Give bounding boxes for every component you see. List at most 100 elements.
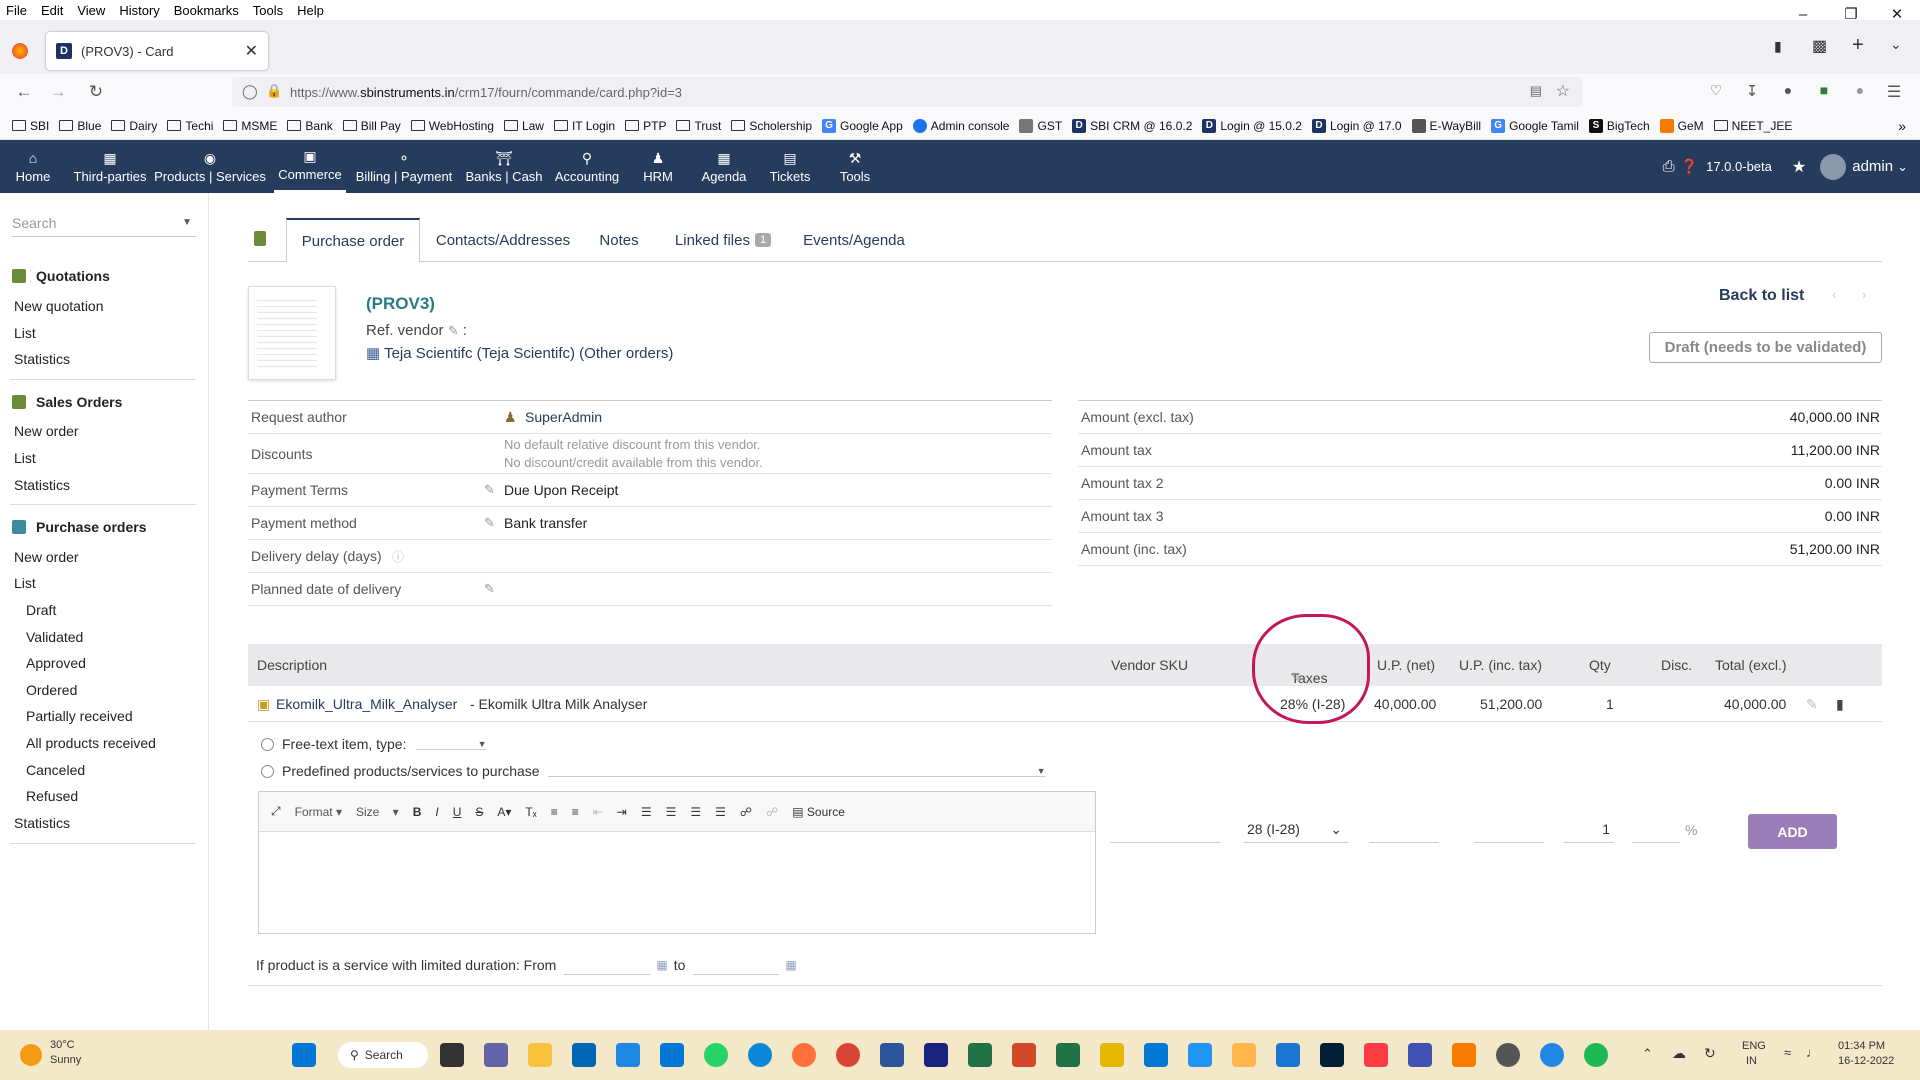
bookmark-scholership[interactable]: Scholership xyxy=(731,119,812,133)
bookmark-msme[interactable]: MSME xyxy=(223,119,277,133)
bookmark-sbi[interactable]: SBI xyxy=(12,119,49,133)
windows-start-icon[interactable] xyxy=(292,1043,316,1067)
app-icon[interactable] xyxy=(1100,1043,1124,1067)
tab-purchase-order[interactable]: Purchase order xyxy=(286,218,420,263)
reload-icon[interactable]: ↻ xyxy=(82,82,110,102)
chevron-down-icon[interactable]: ⌄ xyxy=(1897,159,1908,175)
bookmark-dairy[interactable]: Dairy xyxy=(111,119,157,133)
chrome-icon[interactable] xyxy=(836,1043,860,1067)
user-name[interactable]: admin xyxy=(1852,158,1893,175)
sidebar-item-validated[interactable]: Validated xyxy=(26,629,83,645)
hamburger-menu-icon[interactable]: ☰ xyxy=(1880,82,1908,102)
price-net-input[interactable] xyxy=(1369,815,1439,843)
mail-icon[interactable] xyxy=(660,1043,684,1067)
date-to-input[interactable] xyxy=(693,955,780,975)
bookmark-login-15[interactable]: D Login @ 15.0.2 xyxy=(1202,118,1302,133)
menu-tools[interactable]: ⚒ Tools xyxy=(830,140,880,193)
align-center-icon[interactable]: ☰ xyxy=(666,805,677,819)
powerpoint-icon[interactable] xyxy=(1012,1043,1036,1067)
new-tab-icon[interactable]: + xyxy=(1852,34,1864,57)
product-select[interactable]: ▼ xyxy=(547,766,1046,777)
bookmark-bigtech[interactable]: S BigTech xyxy=(1588,118,1650,133)
edit-pencil-icon[interactable]: ✎ xyxy=(1806,696,1818,713)
close-tab-icon[interactable]: ✕ xyxy=(245,41,258,61)
menu-agenda[interactable]: ▦ Agenda xyxy=(694,140,754,193)
puzzle-icon[interactable]: ▩ xyxy=(1812,36,1827,56)
edit-pencil-icon[interactable]: ✎ xyxy=(448,323,459,338)
product-link[interactable]: Ekomilk_Ultra_Milk_Analyser xyxy=(276,696,457,712)
indent-icon[interactable]: ⇥ xyxy=(617,805,627,819)
request-author-link[interactable]: SuperAdmin xyxy=(525,409,602,425)
source-button[interactable]: ▤ Source xyxy=(792,805,845,819)
sync-icon[interactable]: ↻ xyxy=(1704,1045,1716,1062)
tab-notes[interactable]: Notes xyxy=(594,218,644,262)
bullet-list-icon[interactable]: ≡ xyxy=(572,805,579,819)
list-tabs-icon[interactable]: ⌄ xyxy=(1890,36,1902,53)
taskbar-search[interactable]: ⚲ Search xyxy=(338,1042,428,1068)
reader-icon[interactable]: ▤ xyxy=(1530,83,1542,99)
tab-linked-files[interactable]: Linked files 1 xyxy=(668,218,778,262)
sidebar-item-quotation-statistics[interactable]: Statistics xyxy=(14,351,70,367)
remove-format-icon[interactable]: Tₓ xyxy=(525,805,536,819)
menu-history[interactable]: History xyxy=(112,3,166,18)
account-icon[interactable]: ● xyxy=(1774,82,1802,98)
size-dropdown[interactable]: Size ▾ xyxy=(356,805,399,819)
url-bar[interactable]: ◯ 🔒 https://www. sbinstruments.in/crm17/f… xyxy=(232,77,1582,107)
clock-date[interactable]: 16-12-2022 xyxy=(1838,1055,1894,1067)
sidebar-item-sales-list[interactable]: List xyxy=(14,450,36,466)
help-icon[interactable]: ❓ xyxy=(1681,158,1698,175)
align-left-icon[interactable]: ☰ xyxy=(641,805,652,819)
unlink-icon[interactable]: ☍ xyxy=(766,805,778,819)
vendor-sku-input[interactable] xyxy=(1110,815,1220,843)
bookmark-blue[interactable]: Blue xyxy=(59,119,101,133)
browser-tab[interactable]: D (PROV3) - Card ✕ xyxy=(46,32,268,70)
tab-contacts[interactable]: Contacts/Addresses xyxy=(432,218,574,262)
store-icon[interactable] xyxy=(572,1043,596,1067)
edit-pencil-icon[interactable]: ✎ xyxy=(484,515,495,531)
bold-icon[interactable]: B xyxy=(413,805,422,819)
other-orders-link[interactable]: (Other orders) xyxy=(579,345,673,362)
description-editor[interactable]: ⤢ Format ▾ Size ▾ B I U S A▾ Tₓ ≡ ≡ ⇤ ⇥ … xyxy=(258,791,1096,934)
extension-green-icon[interactable]: ■ xyxy=(1810,82,1838,98)
predefined-option[interactable]: Predefined products/services to purchase… xyxy=(261,763,1046,779)
trash-icon[interactable]: ▮ xyxy=(1836,696,1844,713)
sidebar-item-new-purchase-order[interactable]: New order xyxy=(14,549,79,565)
chevron-down-icon[interactable]: ▼ xyxy=(182,217,192,228)
sidebar-item-ordered[interactable]: Ordered xyxy=(26,682,77,698)
text-color-icon[interactable]: A▾ xyxy=(497,805,511,819)
bookmark-star-icon[interactable]: ★ xyxy=(1792,157,1806,177)
shield-icon[interactable]: ◯ xyxy=(242,83,258,100)
more-bookmarks-icon[interactable]: » xyxy=(1898,118,1906,134)
sidebar-item-purchase-list[interactable]: List xyxy=(14,575,36,591)
bookmark-ptp[interactable]: PTP xyxy=(625,119,666,133)
menu-commerce[interactable]: ▣ Commerce xyxy=(274,140,346,193)
menu-third-parties[interactable]: ▦ Third-parties xyxy=(70,140,150,193)
menu-billing-payment[interactable]: ⚬ Billing | Payment xyxy=(352,140,456,193)
vendor-link[interactable]: Teja Scientifc (Teja Scientifc) xyxy=(384,345,575,362)
bookmark-sbi-crm[interactable]: D SBI CRM @ 16.0.2 xyxy=(1072,118,1192,133)
app-icon[interactable] xyxy=(1408,1043,1432,1067)
weather-sun-icon[interactable] xyxy=(20,1044,42,1066)
bookmark-gst[interactable]: GST xyxy=(1019,118,1062,133)
numbered-list-icon[interactable]: ≡ xyxy=(551,805,558,819)
section-sales-orders[interactable]: Sales Orders xyxy=(12,394,122,410)
menu-tools[interactable]: Tools xyxy=(246,3,290,18)
justify-icon[interactable]: ☰ xyxy=(715,805,726,819)
back-icon[interactable]: ← xyxy=(10,82,38,102)
maximize-icon[interactable]: ⤢ xyxy=(271,804,281,819)
help-icon[interactable] xyxy=(1540,1043,1564,1067)
forward-icon[interactable]: → xyxy=(44,82,72,102)
menu-file[interactable]: File xyxy=(0,3,34,18)
next-icon[interactable]: › xyxy=(1862,287,1866,302)
section-quotations[interactable]: Quotations xyxy=(12,268,110,284)
volume-icon[interactable]: ♩ xyxy=(1806,1045,1819,1060)
bookmark-google-app[interactable]: G Google App xyxy=(822,118,903,133)
section-purchase-orders[interactable]: Purchase orders xyxy=(12,519,147,535)
lang-region[interactable]: IN xyxy=(1746,1055,1757,1067)
word-icon[interactable] xyxy=(880,1043,904,1067)
price-inc-tax-input[interactable] xyxy=(1474,815,1544,843)
italic-icon[interactable]: I xyxy=(435,805,438,819)
excel-icon[interactable] xyxy=(1056,1043,1080,1067)
menu-help[interactable]: Help xyxy=(290,3,331,18)
sidebar-item-sales-statistics[interactable]: Statistics xyxy=(14,477,70,493)
